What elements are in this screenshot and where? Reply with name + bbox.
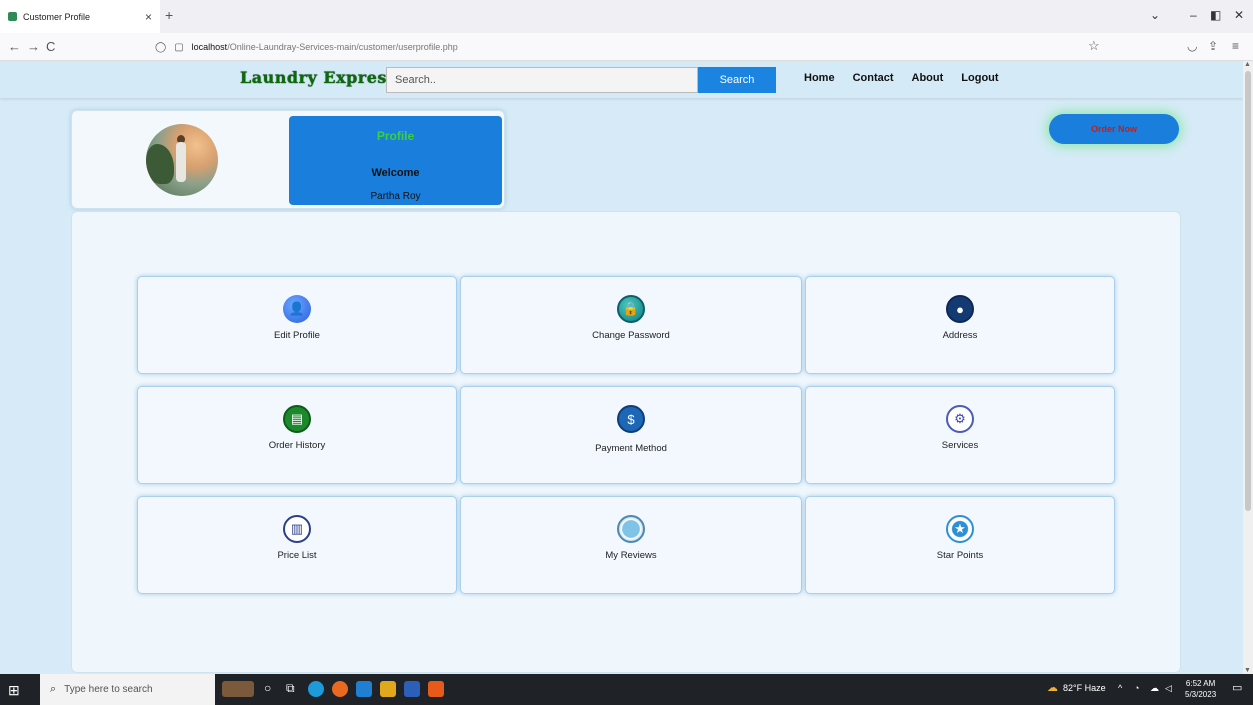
tile-label: Change Password [592,330,670,341]
word-icon[interactable] [404,681,420,697]
new-tab-icon[interactable]: + [165,7,173,23]
tile-label: My Reviews [605,550,657,561]
site-header: Laundry Express Search Home Contact Abou… [0,61,1243,98]
star-icon: ★ [946,515,974,543]
browser-tabstrip: Customer Profile × + ⌄ – ◧ ✕ [0,0,1253,33]
user-edit-icon: 👤 [283,295,311,323]
page-icon: ▢ [174,41,184,53]
shield-icon: ◯ [155,41,167,53]
weather-text[interactable]: 82°F Haze [1063,683,1106,693]
weather-icon[interactable]: ☁ [1047,681,1058,694]
user-name: Partha Roy [370,191,421,202]
url-bar[interactable]: ◯ ▢ localhost /Online-Laundray-Services-… [155,37,1115,57]
nav-home[interactable]: Home [804,72,835,84]
reload-icon[interactable]: C [46,39,55,54]
scroll-up-icon[interactable]: ▲ [1244,61,1251,68]
search-button[interactable]: Search [698,67,776,93]
xampp-icon[interactable] [428,681,444,697]
notifications-icon[interactable]: ▭ [1232,681,1242,694]
tile-payment-method[interactable]: $ Payment Method [460,386,802,484]
nav-contact[interactable]: Contact [853,72,894,84]
taskbar: ⊞ ⌕ Type here to search ○ ⧉ ☁ 82°F Haze … [0,674,1253,705]
firefox-icon[interactable] [332,681,348,697]
tile-label: Edit Profile [274,330,320,341]
browser-tab[interactable]: Customer Profile × [0,0,160,33]
tile-label: Address [942,330,978,341]
vertical-scrollbar[interactable]: ▲ ▼ [1243,61,1253,674]
tab-title: Customer Profile [23,11,91,22]
url-path: /Online-Laundray-Services-main/customer/… [227,42,458,52]
share-icon[interactable]: ⇪ [1208,39,1218,53]
page-viewport: Laundry Express Search Home Contact Abou… [0,61,1243,674]
volume-icon[interactable]: ◁ [1165,683,1172,694]
tile-price-list[interactable]: ▥ Price List [137,496,457,594]
search-input[interactable] [386,67,698,93]
windows-start-icon[interactable]: ⊞ [8,682,20,699]
edge-icon[interactable] [308,681,324,697]
cortana-icon[interactable]: ○ [264,681,271,695]
taskbar-clock[interactable]: 6:52 AM 5/3/2023 [1185,678,1216,700]
cloud-icon[interactable]: ☁ [1150,683,1159,694]
avatar [146,124,218,196]
lock-icon: 🔒 [617,295,645,323]
horse-image-icon[interactable] [222,681,254,697]
tray-chevron-icon[interactable]: ^ [1118,683,1122,693]
tile-edit-profile[interactable]: 👤 Edit Profile [137,276,457,374]
network-icon[interactable]: ◔ [1134,683,1139,693]
url-host: localhost [191,42,228,52]
minimize-icon[interactable]: – [1190,8,1197,22]
site-logo[interactable]: Laundry Express [240,68,396,87]
review-icon [617,515,645,543]
forward-icon[interactable]: → [27,39,40,54]
order-now-button[interactable]: Order Now [1049,114,1179,144]
clock-time: 6:52 AM [1185,679,1216,688]
site-nav: Home Contact About Logout [804,72,999,84]
bookmark-star-icon[interactable]: ☆ [1088,38,1100,54]
tile-label: Price List [277,550,317,561]
tile-services[interactable]: ⚙ Services [805,386,1115,484]
profile-heading: Profile [376,129,415,143]
tile-my-reviews[interactable]: My Reviews [460,496,802,594]
tile-change-password[interactable]: 🔒 Change Password [460,276,802,374]
tile-star-points[interactable]: ★ Star Points [805,496,1115,594]
location-pin-icon: ● [946,295,974,323]
menu-icon[interactable]: ≡ [1232,39,1239,53]
chevron-down-icon[interactable]: ⌄ [1150,8,1160,22]
scroll-thumb[interactable] [1245,71,1251,511]
tile-label: Order History [268,440,326,451]
mail-icon[interactable] [356,681,372,697]
tile-order-history[interactable]: ▤ Order History [137,386,457,484]
tab-close-icon[interactable]: × [145,10,152,24]
receipt-icon: ▥ [283,515,311,543]
favicon-icon [8,12,17,21]
back-icon[interactable]: ← [8,39,21,54]
profile-card: Profile Welcome Partha Roy [71,110,505,209]
clock-date: 5/3/2023 [1185,690,1217,699]
restore-icon[interactable]: ◧ [1210,8,1221,22]
scroll-down-icon[interactable]: ▼ [1244,667,1251,674]
payment-icon: $ [617,405,645,433]
book-icon: ▤ [283,405,311,433]
pocket-icon[interactable]: ◡ [1187,39,1197,53]
nav-logout[interactable]: Logout [961,72,998,84]
search-icon: ⌕ [50,683,57,695]
taskbar-search[interactable]: ⌕ Type here to search [40,674,215,705]
tile-label: Payment Method [595,443,667,454]
task-view-icon[interactable]: ⧉ [286,681,295,696]
nav-about[interactable]: About [912,72,944,84]
profile-panel: Profile Welcome Partha Roy [289,116,502,205]
tile-label: Star Points [936,550,984,561]
welcome-text: Welcome [371,167,420,179]
dashboard-panel: 👤 Edit Profile 🔒 Change Password ● Addre… [71,211,1181,673]
close-window-icon[interactable]: ✕ [1234,8,1244,22]
taskbar-search-placeholder: Type here to search [64,684,153,695]
gear-hands-icon: ⚙ [946,405,974,433]
tile-label: Services [941,440,979,451]
file-explorer-icon[interactable] [380,681,396,697]
tile-address[interactable]: ● Address [805,276,1115,374]
browser-toolbar: ← → C ◯ ▢ localhost /Online-Laundray-Ser… [0,33,1253,61]
